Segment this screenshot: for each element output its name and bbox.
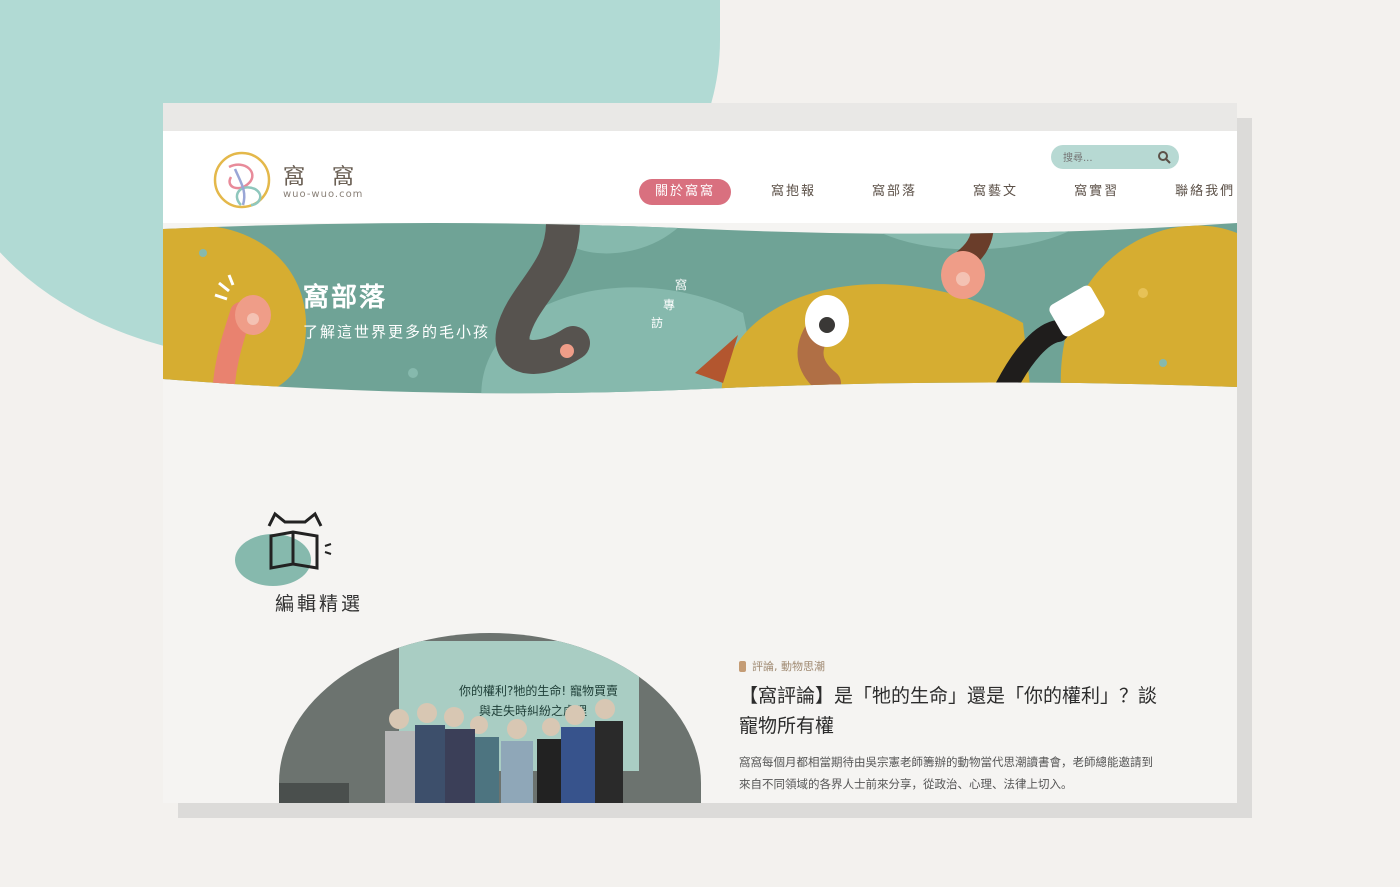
banner-tag-3: 訪 (651, 315, 663, 330)
nav-item-about[interactable]: 關於窩窩 (639, 179, 732, 205)
banner-illustration: 窩 專 訪 (163, 223, 1237, 394)
logo-icon[interactable] (211, 149, 273, 211)
banner-title: 窩部落 (303, 283, 388, 313)
nav-item-news[interactable]: 窩抱報 (755, 179, 832, 205)
banner-tag-1: 窩 (675, 277, 687, 292)
section-title: 編輯精選 (275, 593, 364, 615)
article-photo[interactable]: 你的權利?牠的生命! 寵物買賣 與走失時糾紛之處理 (279, 633, 701, 803)
nav-item-arts[interactable]: 窩藝文 (957, 179, 1034, 205)
nav-item-blog[interactable]: 窩部落 (856, 179, 933, 205)
nav-item-internship[interactable]: 窩實習 (1058, 179, 1135, 205)
article-excerpt: 窩窩每個月都相當期待由吳宗憲老師籌辦的動物當代思潮讀書會，老師總能邀請到來自不同… (739, 755, 1153, 791)
article-title[interactable]: 【窩評論】是「牠的生命」還是「你的權利」？談寵物所有權 (739, 681, 1159, 741)
article-categories[interactable]: 評論, 動物思潮 (752, 658, 825, 674)
site-header: 窩 窩 wuo-wuo.com 關於窩窩 窩抱報 窩部落 窩藝文 窩實習 聯絡我… (163, 131, 1237, 223)
main-nav: 關於窩窩 窩抱報 窩部落 窩藝文 窩實習 聯絡我們 (639, 179, 1237, 205)
article-meta: 評論, 動物思潮 (739, 658, 825, 674)
browser-top-bar (163, 103, 1237, 131)
hero-banner: 窩 專 訪 窩部落 了解這世界更多的毛小孩 (163, 223, 1237, 413)
browser-frame: 窩 窩 wuo-wuo.com 關於窩窩 窩抱報 窩部落 窩藝文 窩實習 聯絡我… (163, 103, 1237, 803)
search-icon[interactable] (1157, 150, 1171, 164)
nav-item-contact[interactable]: 聯絡我們 (1159, 179, 1237, 205)
tag-icon (739, 660, 746, 672)
search-input[interactable] (1061, 149, 1155, 167)
brand-name[interactable]: 窩 窩 (283, 159, 364, 191)
photo-caption-1: 你的權利?牠的生命! 寵物買賣 (459, 683, 618, 698)
banner-subtitle: 了解這世界更多的毛小孩 (303, 323, 491, 341)
banner-tag-2: 專 (663, 298, 675, 312)
brand-url: wuo-wuo.com (283, 189, 364, 200)
book-cat-icon (235, 511, 332, 586)
search-bar (1051, 145, 1179, 169)
